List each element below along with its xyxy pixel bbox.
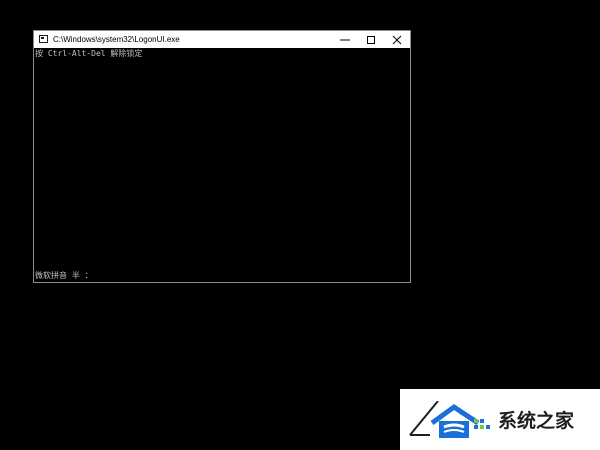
minimize-button[interactable] xyxy=(332,31,358,48)
ime-status-line: 微软拼音 半 ： xyxy=(35,271,93,280)
title-bar[interactable]: C:\Windows\system32\LogonUI.exe xyxy=(34,31,410,48)
close-button[interactable] xyxy=(384,31,410,48)
close-icon xyxy=(392,35,402,45)
console-prompt-line: 按 Ctrl-Alt-Del 解除锁定 xyxy=(35,49,143,58)
watermark-text: 系统之家 xyxy=(498,410,575,432)
console-window[interactable]: C:\Windows\system32\LogonUI.exe 按 Ctrl-A… xyxy=(33,30,411,283)
window-title: C:\Windows\system32\LogonUI.exe xyxy=(53,35,180,44)
house-logo-icon xyxy=(409,401,490,438)
site-watermark: 系统之家 xyxy=(400,389,600,450)
console-app-icon xyxy=(39,35,48,43)
console-output[interactable]: 按 Ctrl-Alt-Del 解除锁定 微软拼音 半 ： xyxy=(34,48,410,282)
maximize-icon xyxy=(367,36,375,44)
maximize-button[interactable] xyxy=(358,31,384,48)
minimize-icon xyxy=(340,39,350,41)
